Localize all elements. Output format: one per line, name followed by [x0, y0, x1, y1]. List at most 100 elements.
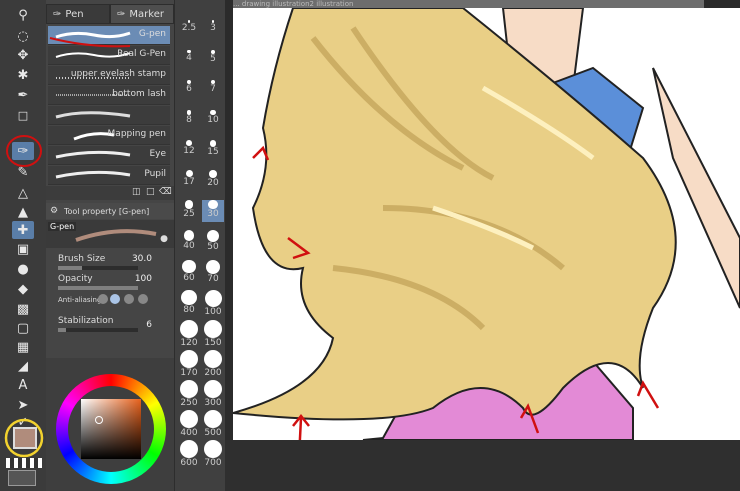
eraser-icon[interactable]: ▣ [12, 240, 34, 258]
opacity-slider[interactable]: Opacity 100 [46, 272, 174, 294]
fill-icon[interactable]: ◆ [12, 280, 34, 298]
brush-size-12[interactable]: 12 [178, 140, 200, 162]
shape-icon[interactable]: ▢ [12, 319, 34, 337]
brush-size-170[interactable]: 170 [178, 350, 200, 378]
brush-size-80[interactable]: 80 [178, 290, 200, 315]
brush-size-200[interactable]: 200 [202, 350, 224, 378]
lasso-icon[interactable]: ◌ [12, 27, 34, 45]
brush-size-dot [180, 320, 198, 338]
drawing-canvas[interactable] [233, 8, 740, 440]
brush-size-8[interactable]: 8 [178, 110, 200, 132]
brush-size-700[interactable]: 700 [202, 440, 224, 468]
new-icon[interactable]: □ [146, 187, 155, 197]
pen-icon[interactable]: ✑ [12, 142, 34, 160]
brush-icon[interactable]: △ [12, 184, 34, 202]
color-picker-cursor[interactable] [95, 416, 103, 424]
brush-size-70[interactable]: 70 [202, 260, 224, 285]
brush-item-bottom-lash[interactable]: bottom lash [48, 86, 170, 105]
brush-item-g-pen[interactable]: G-pen [48, 26, 170, 45]
brush-size-slider[interactable]: Brush Size 30.0 [46, 252, 174, 274]
brush-size-300[interactable]: 300 [202, 380, 224, 408]
opacity-track [58, 286, 138, 290]
ruler-icon[interactable]: ◢ [12, 357, 34, 375]
brush-item-real-g-pen[interactable]: Real G-Pen [48, 46, 170, 65]
brush-size-label: 7 [210, 84, 216, 95]
lock-icon[interactable]: ● [160, 234, 168, 244]
stabilization-fill [58, 328, 66, 332]
anti-alias-option[interactable] [138, 294, 148, 304]
brush-size-label: 70 [207, 274, 219, 285]
brush-size-dot [204, 380, 222, 398]
brush-size-15[interactable]: 15 [202, 140, 224, 162]
brush-size-600[interactable]: 600 [178, 440, 200, 468]
brush-size-5[interactable]: 5 [202, 50, 224, 72]
tab-pen[interactable]: ✑ Pen [46, 4, 110, 24]
brush-size-label: 170 [180, 368, 198, 378]
brush-item-pupil[interactable]: Pupil [48, 166, 170, 185]
brush-size-60[interactable]: 60 [178, 260, 200, 283]
main-color-swatch[interactable] [13, 427, 37, 449]
brush-size-label: 500 [204, 428, 222, 438]
anti-alias-selector[interactable]: Anti-aliasing [46, 292, 174, 314]
brush-size-250[interactable]: 250 [178, 380, 200, 408]
tab-marker[interactable]: ✑ Marker [110, 4, 174, 24]
decoration-icon[interactable]: ✚ [12, 221, 34, 239]
blend-icon[interactable]: ● [12, 260, 34, 278]
brush-size-dot [204, 290, 222, 307]
copy-icon[interactable]: ◫ [132, 187, 141, 197]
brush-item-stroke[interactable] [48, 106, 170, 125]
color-wheel-panel [46, 358, 174, 491]
frame-icon[interactable]: ▦ [12, 338, 34, 356]
brush-size-6[interactable]: 6 [178, 80, 200, 102]
brush-size-10[interactable]: 10 [202, 110, 224, 132]
brush-size-label: 50 [207, 242, 219, 253]
anti-alias-option-selected[interactable] [110, 294, 120, 304]
zoom-icon[interactable]: ⚲ [12, 6, 34, 24]
brush-item-eye[interactable]: Eye [48, 146, 170, 165]
brush-size-17[interactable]: 17 [178, 170, 200, 192]
brush-size-100[interactable]: 100 [202, 290, 224, 317]
brush-item-upper-eyelash-stamp[interactable]: upper eyelash stamp [48, 66, 170, 85]
trash-icon[interactable]: ⌫ [159, 187, 172, 197]
brush-size-400[interactable]: 400 [178, 410, 200, 438]
brush-size-7[interactable]: 7 [202, 80, 224, 102]
anti-alias-option[interactable] [124, 294, 134, 304]
saturation-value-square[interactable] [81, 399, 141, 459]
brush-size-500[interactable]: 500 [202, 410, 224, 438]
brush-size-20[interactable]: 20 [202, 170, 224, 192]
brush-size-4[interactable]: 4 [178, 50, 200, 72]
sub-color-swatch[interactable] [6, 458, 42, 468]
brush-size-25[interactable]: 25 [178, 200, 200, 222]
brush-size-30[interactable]: 30 [202, 200, 224, 222]
magic-wand-icon[interactable]: ✱ [12, 66, 34, 84]
brush-item-mapping-pen[interactable]: Mapping pen [48, 126, 170, 145]
move-icon[interactable]: ✥ [12, 46, 34, 64]
brush-size-50[interactable]: 50 [202, 230, 224, 252]
brush-size-fill [58, 266, 82, 270]
canvas-tabs[interactable]: ... drawing illustration2 illustration [233, 0, 740, 8]
text-icon[interactable]: A [12, 376, 34, 394]
transparent-color-swatch[interactable] [8, 470, 36, 486]
brush-size-40[interactable]: 40 [178, 230, 200, 252]
brush-preview: G-pen ● [46, 220, 174, 248]
select-icon[interactable]: □ [12, 106, 34, 124]
brush-size-label: 40 [183, 240, 195, 251]
brush-size-label: 30 [207, 209, 219, 220]
brush-size-dot [181, 290, 197, 306]
balloon-icon[interactable]: ➤ [12, 396, 34, 414]
pencil-icon[interactable]: ✎ [12, 163, 34, 181]
brush-size-120[interactable]: 120 [178, 320, 200, 348]
eyedropper-icon[interactable]: ✒ [12, 86, 34, 104]
stabilization-slider[interactable]: Stabilization 6 [46, 314, 174, 336]
gradient-icon[interactable]: ▩ [12, 300, 34, 318]
brush-size-value: 30.0 [131, 254, 152, 264]
brush-label: Mapping pen [107, 129, 166, 139]
brush-size-3[interactable]: 3 [202, 20, 224, 42]
brush-size-150[interactable]: 150 [202, 320, 224, 348]
brush-size-label: 10 [207, 115, 219, 126]
brush-size-2.5[interactable]: 2.5 [178, 20, 200, 42]
brush-size-label: 6 [186, 84, 192, 95]
anti-alias-option[interactable] [98, 294, 108, 304]
airbrush-icon[interactable]: ▲ [12, 203, 34, 221]
tool-bar: ⚲ ◌ ✥ ✱ ✒ □ ✑ ✎ △ ▲ ✚ ▣ ● ◆ ▩ ▢ ▦ ◢ A ➤ … [0, 0, 47, 491]
